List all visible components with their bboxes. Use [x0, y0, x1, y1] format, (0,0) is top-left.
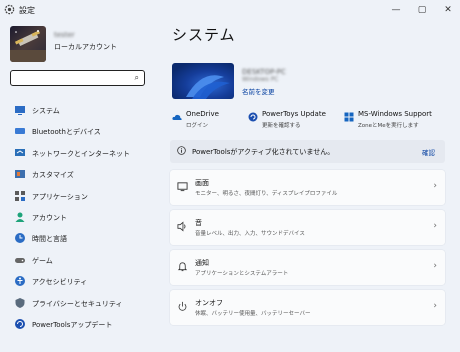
device-image [172, 63, 234, 99]
confirm-link[interactable]: 確認 [422, 147, 435, 157]
update-icon [15, 318, 25, 329]
windows-icon [344, 112, 354, 122]
sidebar-item-label: アプリケーション [32, 192, 88, 201]
sidebar-item-accessibility[interactable]: アクセシビリティ [10, 271, 160, 292]
account-type: ローカルアカウント [54, 43, 117, 51]
avatar [10, 26, 46, 62]
speaker-icon [177, 221, 186, 232]
apps-icon [15, 190, 25, 201]
sidebar-item-label: PowerToolsアップデート [32, 320, 113, 329]
user-card[interactable]: tester ローカルアカウント [10, 26, 160, 64]
chevron-right-icon: › [433, 301, 437, 311]
sidebar-item-network[interactable]: ネットワークとインターネット [10, 143, 160, 164]
quick-onedrive[interactable]: OneDrive ログイン [172, 110, 237, 134]
settings-card-sound[interactable]: 音 音量レベル、出力、入力、サウンドデバイス › [170, 210, 445, 245]
maximize-button[interactable]: ▢ [410, 2, 434, 18]
sidebar-item-label: システム [32, 107, 60, 115]
title-bar: 設定 — ▢ ✕ [0, 0, 460, 20]
card-subtitle: 音量レベル、出力、入力、サウンドデバイス [195, 231, 305, 237]
sidebar-item-label: ゲーム [32, 256, 53, 265]
accessibility-icon [15, 276, 25, 287]
card-subtitle: アプリケーションとシステムアラート [195, 271, 289, 277]
sidebar-item-label: 時間と言語 [32, 235, 67, 244]
sidebar-item-label: アクセシビリティ [32, 278, 88, 287]
close-button[interactable]: ✕ [436, 2, 460, 18]
settings-card-notifications[interactable]: 通知 アプリケーションとシステムアラート › [170, 250, 445, 285]
sidebar-item-privacy[interactable]: プライバシーとセキュリティ [10, 293, 160, 314]
device-model: Windows PC [242, 76, 279, 83]
sidebar-item-bluetooth[interactable]: Bluetoothとデバイス [10, 121, 160, 142]
chevron-right-icon: › [433, 261, 437, 271]
power-icon [178, 301, 187, 311]
rename-link[interactable]: 名前を変更 [242, 86, 275, 96]
shield-icon [15, 297, 25, 308]
sidebar-nav: システム Bluetoothとデバイス ネットワークとインターネット カスタマイ… [10, 100, 160, 335]
network-icon [15, 148, 25, 156]
sidebar-item-label: カスタマイズ [32, 171, 74, 180]
globe-clock-icon [15, 233, 25, 244]
quick-title: PowerToys Update [262, 110, 326, 118]
quick-subtitle: 更新を確認する [262, 123, 301, 129]
display-icon [177, 182, 188, 192]
bluetooth-icon [15, 128, 25, 135]
quick-powertoys-update[interactable]: PowerToys Update 更新を確認する [248, 110, 340, 134]
sidebar-item-powertools-update[interactable]: PowerToolsアップデート [10, 314, 160, 335]
sync-icon [248, 112, 258, 122]
search-input[interactable]: ⌕ [10, 70, 145, 86]
window-title: 設定 [19, 6, 35, 15]
page-title: システム [172, 26, 236, 44]
quick-ms-windows-support[interactable]: MS-Windows Support ZoneとMeを実行します [344, 110, 450, 134]
quick-subtitle: ZoneとMeを実行します [358, 123, 419, 129]
brush-icon [15, 170, 25, 179]
sidebar-item-label: プライバシーとセキュリティ [32, 299, 123, 308]
display-icon [15, 106, 25, 115]
card-title: 音 [195, 219, 202, 227]
gamepad-icon [15, 257, 25, 263]
user-name: tester [54, 31, 75, 39]
sidebar-item-time-language[interactable]: 時間と言語 [10, 228, 160, 249]
settings-app-icon [4, 4, 15, 15]
sidebar-item-label: Bluetoothとデバイス [32, 128, 101, 137]
banner-text: PowerToolsがアクティブ化されていません。 [192, 148, 335, 156]
activation-banner: PowerToolsがアクティブ化されていません。 確認 [170, 140, 445, 163]
card-title: 画面 [195, 179, 209, 187]
sidebar-item-customize[interactable]: カスタマイズ [10, 164, 160, 185]
sidebar-item-label: ネットワークとインターネット [32, 149, 130, 158]
bell-icon [177, 262, 188, 272]
settings-card-display[interactable]: 画面 モニター、明るさ、夜間灯り、ディスプレイプロファイル › [170, 170, 445, 205]
chevron-right-icon: › [433, 221, 437, 231]
sidebar-item-gaming[interactable]: ゲーム [10, 250, 160, 271]
sidebar-item-label: アカウント [32, 213, 67, 222]
minimize-button[interactable]: — [384, 2, 408, 18]
search-icon: ⌕ [134, 73, 139, 82]
sidebar-item-accounts[interactable]: アカウント [10, 207, 160, 228]
card-subtitle: 休眠、バッテリー使用量、バッテリーセーバー [195, 311, 311, 317]
sidebar-item-apps[interactable]: アプリケーション [10, 186, 160, 207]
settings-card-power[interactable]: オンオフ 休眠、バッテリー使用量、バッテリーセーバー › [170, 290, 445, 325]
chevron-right-icon: › [433, 181, 437, 191]
device-name: DESKTOP-PC [242, 68, 286, 76]
person-icon [15, 212, 25, 222]
card-title: 通知 [195, 259, 209, 267]
quick-title: MS-Windows Support [358, 110, 432, 118]
sidebar-item-system[interactable]: システム [10, 100, 160, 121]
quick-subtitle: ログイン [186, 123, 209, 129]
cloud-icon [172, 114, 182, 120]
card-title: オンオフ [195, 299, 223, 307]
quick-title: OneDrive [186, 110, 219, 118]
card-subtitle: モニター、明るさ、夜間灯り、ディスプレイプロファイル [195, 191, 338, 197]
info-icon [177, 146, 186, 155]
